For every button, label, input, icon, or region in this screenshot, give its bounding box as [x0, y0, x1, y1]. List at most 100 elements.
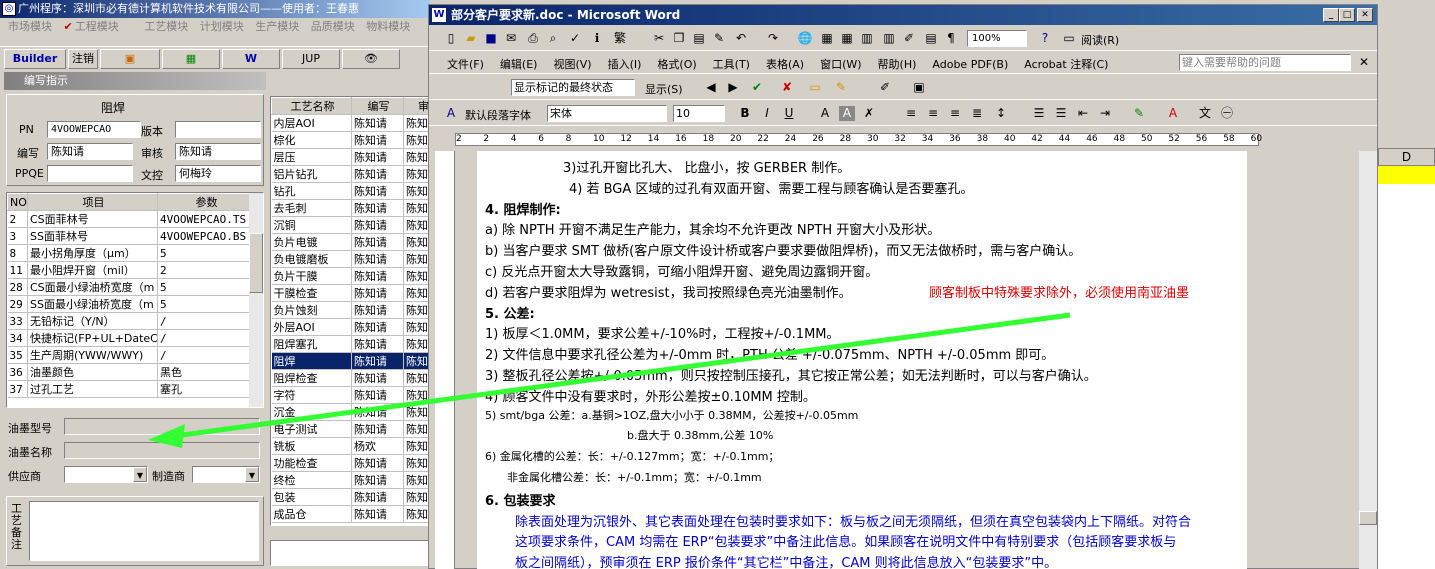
process-cell[interactable]: 功能检查 [271, 454, 352, 472]
process-cell[interactable]: 陈知 [403, 131, 429, 149]
params-row[interactable]: 34 快捷标记(FP+UL+DateCo / [7, 329, 254, 347]
comment-icon[interactable]: ▭ [807, 80, 823, 95]
doc-line[interactable]: b.盘大于 0.38mm,公差 10% [627, 427, 773, 443]
column-d-header[interactable]: D [1378, 148, 1435, 166]
align-center-icon[interactable]: ≡ [925, 106, 941, 121]
accept-icon[interactable]: ✔ [749, 80, 765, 95]
params-cell[interactable]: / [157, 346, 254, 364]
params-row[interactable]: 8 最小拐角厚度（μm） 5 [7, 244, 254, 262]
params-row[interactable]: 2 CS面菲林号 4VOOWEPCAO.TS [7, 210, 254, 228]
process-cell[interactable]: 阻焊塞孔 [271, 335, 352, 353]
styles-icon[interactable]: A [443, 106, 459, 121]
col-audit[interactable]: 审 [403, 97, 429, 115]
copy-icon[interactable]: ❐ [671, 31, 687, 46]
params-row[interactable]: 28 CS面最小绿油桥宽度（m 5 [7, 278, 254, 296]
process-cell[interactable]: 铝片钻孔 [271, 165, 352, 183]
permission-icon[interactable]: ✉ [503, 31, 519, 46]
process-cell[interactable]: 陈知 [403, 318, 429, 336]
process-cell[interactable]: 陈知 [403, 437, 429, 455]
params-cell[interactable]: 5 [157, 295, 254, 313]
ink-type-field[interactable] [64, 418, 260, 435]
menu-process[interactable]: 工艺模块 [144, 20, 188, 33]
process-cell[interactable]: 棕化 [271, 131, 352, 149]
process-cell[interactable]: 陈知请 [351, 284, 404, 302]
style-select[interactable]: 默认段落字体 [465, 107, 531, 123]
word-scrollbar[interactable] [1359, 151, 1377, 569]
bold-icon[interactable]: B [737, 106, 753, 121]
process-row[interactable]: 负片蚀刻 陈知请 陈知 [271, 301, 429, 319]
preview-icon[interactable]: ⌕ [545, 31, 561, 46]
params-cell[interactable]: 2 [7, 210, 28, 228]
process-cell[interactable]: 陈知请 [351, 403, 404, 421]
process-cell[interactable]: 陈知请 [351, 148, 404, 166]
excel-sheet-icon[interactable]: ▥ [859, 31, 875, 46]
process-cell[interactable]: 陈知请 [351, 471, 404, 489]
process-row[interactable]: 阻焊 陈知请 陈知 [271, 352, 429, 370]
params-cell[interactable]: 11 [7, 261, 28, 279]
process-row[interactable]: 去毛刺 陈知请 陈知 [271, 199, 429, 217]
word-menu-item[interactable]: 格式(O) [657, 58, 696, 71]
process-row[interactable]: 层压 陈知请 陈知 [271, 148, 429, 166]
params-cell[interactable]: CS面最小绿油桥宽度（m [27, 278, 158, 296]
open-icon[interactable]: ▰ [463, 31, 479, 46]
word-menu-item[interactable]: Adobe PDF(B) [932, 58, 1008, 71]
process-cell[interactable]: 陈知 [403, 301, 429, 319]
params-cell[interactable]: 34 [7, 329, 28, 347]
process-cell[interactable]: 阻焊 [271, 352, 352, 370]
process-row[interactable]: 铝片钻孔 陈知请 陈知 [271, 165, 429, 183]
process-cell[interactable]: 钻孔 [271, 182, 352, 200]
minimize-button[interactable]: _ [1323, 8, 1339, 22]
process-cell[interactable]: 陈知请 [351, 301, 404, 319]
word-menu-item[interactable]: 帮助(H) [878, 58, 917, 71]
menu-material[interactable]: 物料模块 [366, 20, 410, 33]
columns-icon[interactable]: ▥ [881, 31, 897, 46]
track-changes-icon[interactable]: ✐ [877, 80, 893, 95]
params-cell[interactable]: 37 [7, 380, 28, 398]
show-hide-icon[interactable]: ¶ [943, 31, 959, 46]
doc-line[interactable]: 1) 板厚＜1.0MM，要求公差+/-10%时，工程按+/-0.1MM。 [485, 323, 840, 342]
doc-line[interactable]: 非金属化槽公差：长：+/-0.1mm；宽：+/-0.1mm [507, 469, 762, 485]
highlight-icon[interactable]: ✎ [833, 80, 849, 95]
read-button[interactable]: 阅读(R) [1081, 32, 1119, 48]
close-button[interactable]: ✕ [1357, 8, 1373, 22]
params-cell[interactable]: 36 [7, 363, 28, 381]
help-search-input[interactable]: 键入需要帮助的问题 [1179, 54, 1351, 71]
process-cell[interactable]: 外层AOI [271, 318, 352, 336]
process-cell[interactable]: 陈知 [403, 505, 429, 523]
zoom-select[interactable]: 100% [967, 30, 1027, 47]
menu-market[interactable]: 市场模块 [8, 20, 52, 33]
indent-icon[interactable]: ⇥ [1097, 106, 1113, 121]
process-cell[interactable]: 陈知 [403, 369, 429, 387]
doc-line[interactable]: c) 反光点开窗太大导致露铜，可缩小阻焊开窗、避免周边露铜开窗。 [485, 261, 878, 280]
process-row[interactable]: 负片电镀 陈知请 陈知 [271, 233, 429, 251]
menu-engineering[interactable]: 工程模块 [75, 20, 119, 33]
doc-line[interactable]: 4) 若 BGA 区域的过孔有双面开窗、需要工程与顾客确认是否要塞孔。 [569, 178, 973, 197]
char-border-icon[interactable]: A [817, 106, 833, 121]
params-cell[interactable]: / [157, 329, 254, 347]
jup-button[interactable]: JUP [282, 49, 340, 69]
vertical-ruler[interactable] [435, 151, 455, 569]
process-cell[interactable]: 阻焊检查 [271, 369, 352, 387]
process-cell[interactable]: 陈知请 [351, 352, 404, 370]
line-spacing-icon[interactable]: ↕ [993, 106, 1009, 121]
insert-table-icon[interactable]: ▦ [839, 31, 855, 46]
show-menu[interactable]: 显示(S) [645, 81, 683, 97]
doc-line[interactable]: a) 除 NPTH 开窗不满足生产能力，其余均不允许更改 NPTH 开窗大小及形… [485, 219, 940, 238]
process-cell[interactable]: 陈知请 [351, 233, 404, 251]
menu-production[interactable]: 生产模块 [255, 20, 299, 33]
process-cell[interactable]: 包装 [271, 488, 352, 506]
word-menu-item[interactable]: 视图(V) [553, 58, 591, 71]
process-cell[interactable]: 杨欢 [351, 437, 404, 455]
word-menu-item[interactable]: 工具(T) [713, 58, 750, 71]
char-scale-icon[interactable]: ✗ [861, 106, 877, 121]
version-field[interactable] [175, 121, 261, 138]
process-cell[interactable]: 干膜检查 [271, 284, 352, 302]
process-cell[interactable]: 负片蚀刻 [271, 301, 352, 319]
highlight-color-icon[interactable]: ✎ [1131, 106, 1147, 121]
process-cell[interactable]: 陈知 [403, 352, 429, 370]
params-row[interactable]: 29 SS面最小绿油桥宽度（m 5 [7, 295, 254, 313]
phonetic-icon[interactable]: 文 [1197, 106, 1213, 121]
ppt-icon[interactable]: ▣ [100, 49, 160, 69]
writer-field[interactable]: 陈知请 [47, 143, 133, 160]
doc-line[interactable]: 4) 顾客文件中没有要求时，外形公差按±0.10MM 控制。 [485, 386, 816, 405]
